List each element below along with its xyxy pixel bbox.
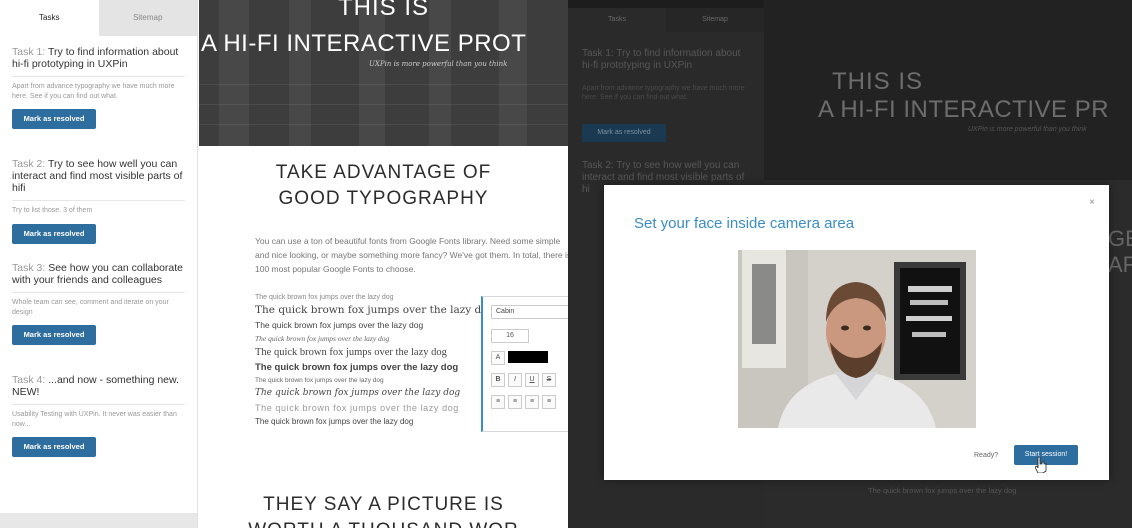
dimmed-tabs: Tasks Sitemap [568, 8, 764, 32]
hand-cursor-icon [1035, 457, 1047, 473]
font-samples: The quick brown fox jumps over the lazy … [255, 292, 495, 428]
size-row: 16 [491, 329, 529, 343]
align-right-icon[interactable]: ≡ [525, 395, 539, 409]
ready-label: Ready? [974, 452, 999, 459]
section-title: THEY SAY A PICTURE IS WORTH A THOUSAND W… [199, 492, 568, 528]
text-color-icon: A [491, 351, 505, 365]
style-row: B I U S [491, 373, 556, 387]
task-description: Try to list those. 3 of them [12, 207, 93, 214]
font-sample: The quick brown fox jumps over the lazy … [255, 362, 459, 373]
task-number: Task 3: [12, 262, 46, 274]
mark-resolved-button[interactable]: Mark as resolved [12, 223, 96, 244]
section-title-line: THEY SAY A PICTURE IS [263, 494, 504, 515]
dimmed-hero-title: A HI-FI INTERACTIVE PR [818, 96, 1110, 123]
intro-paragraph: You can use a ton of beautiful fonts fro… [255, 236, 568, 274]
align-justify-icon[interactable]: ≡ [542, 395, 556, 409]
task-description: Whole team can see, comment and iterate … [12, 299, 169, 316]
task-description: Usability Testing with UXPin. It never w… [12, 411, 177, 428]
task-item: Task 2: Try to see how well you can inte… [0, 148, 197, 252]
hero-subtitle: UXPin is more powerful than you think [369, 60, 508, 68]
mark-resolved-button[interactable]: Mark as resolved [12, 109, 96, 129]
italic-button[interactable]: I [508, 373, 522, 387]
dimmed-font-sample: The quick brown fox jumps over the lazy … [868, 486, 1017, 495]
dimmed-hero-subtitle: UXPin is more powerful than you think [968, 126, 1087, 133]
underline-button[interactable]: U [525, 373, 539, 387]
bold-button[interactable]: B [491, 373, 505, 387]
camera-modal: × Set your face inside camera area Ready… [604, 185, 1109, 480]
task-title: Task 4: ...and now - something new. NEW! [12, 364, 185, 405]
tab-tasks: Tasks [608, 16, 626, 23]
screen: Tasks Sitemap Task 1: Try to find inform… [0, 0, 1132, 528]
task-title: Task 2: Try to see how well you can inte… [12, 148, 185, 201]
task-number: Task 4: [12, 374, 46, 386]
mark-resolved-button[interactable]: Mark as resolved [12, 437, 96, 457]
task-description: Apart from advance typography we have mu… [12, 83, 175, 100]
task-number: Task 2: [12, 158, 46, 170]
hero-building-line [199, 84, 568, 85]
task-title: Task 1: Try to find information about hi… [12, 36, 185, 77]
hero-title: THIS IS [337, 0, 429, 21]
mark-resolved-button[interactable]: Mark as resolved [12, 325, 96, 345]
task-item: Task 3: See how you can collaborate with… [0, 252, 197, 364]
tab-sitemap: Sitemap [666, 8, 764, 32]
horizontal-scrollbar[interactable] [0, 513, 197, 528]
font-sample: The quick brown fox jumps over the lazy … [255, 377, 384, 384]
section-title-line: GOOD TYPOGRAPHY [278, 188, 489, 209]
dimmed-task-description: Apart from advance typography we have mu… [582, 85, 745, 101]
font-sample: The quick brown fox jumps over the lazy … [255, 403, 459, 413]
font-sample: The quick brown fox jumps over the lazy … [255, 388, 461, 398]
dimmed-section-title: AF [1108, 252, 1132, 277]
section-title: TAKE ADVANTAGE OF GOOD TYPOGRAPHY [199, 160, 568, 212]
hero-image: THIS IS A HI-FI INTERACTIVE PROT UXPin i… [199, 0, 568, 146]
align-left-icon[interactable]: ≡ [491, 395, 505, 409]
text-style-editor: Cabin 16 A B I U S ≡ ≡ ≡ ≡ [481, 296, 568, 432]
strikethrough-button[interactable]: S [542, 373, 556, 387]
color-row: A [491, 351, 548, 365]
close-icon[interactable]: × [1089, 197, 1095, 208]
task-item: Task 1: Try to find information about hi… [0, 36, 197, 148]
task-title: Task 3: See how you can collaborate with… [12, 252, 185, 293]
task-item: Task 4: ...and now - something new. NEW!… [0, 364, 197, 464]
camera-preview [738, 250, 976, 428]
align-center-icon[interactable]: ≡ [508, 395, 522, 409]
font-sample: The quick brown fox jumps over the lazy … [255, 320, 424, 330]
font-family-select[interactable]: Cabin [491, 305, 568, 319]
font-sample: The quick brown fox jumps over the lazy … [255, 294, 394, 301]
tab-sitemap[interactable]: Sitemap [98, 0, 197, 36]
task-panel: Tasks Sitemap Task 1: Try to find inform… [0, 0, 198, 528]
panel-tabs: Tasks Sitemap [0, 0, 197, 36]
modal-title: Set your face inside camera area [634, 215, 855, 232]
dimmed-mark-resolved-button: Mark as resolved [582, 124, 666, 142]
dimmed-section-title: GE [1108, 226, 1132, 251]
dimmed-hero-title: THIS IS [832, 68, 924, 95]
section-title-line: WORTH A THOUSAND WOR [199, 518, 568, 528]
tab-tasks[interactable]: Tasks [0, 0, 99, 36]
color-swatch[interactable] [508, 351, 548, 363]
hero-title: A HI-FI INTERACTIVE PROT [201, 30, 527, 57]
align-row: ≡ ≡ ≡ ≡ [491, 395, 556, 409]
task-number: Task 1: [12, 46, 46, 58]
prototype-preview: THIS IS A HI-FI INTERACTIVE PROT UXPin i… [199, 0, 568, 528]
webcam-feed-image [738, 250, 976, 428]
font-sample: The quick brown fox jumps over the lazy … [255, 334, 390, 343]
hero-building-line [199, 124, 568, 125]
font-sample: The quick brown fox jumps over the lazy … [255, 304, 495, 316]
dimmed-hero [764, 0, 1132, 180]
hero-building-line [199, 104, 568, 105]
font-sample: The quick brown fox jumps over the lazy … [255, 347, 447, 358]
font-sample: The quick brown fox jumps over the lazy … [255, 417, 414, 426]
font-size-input[interactable]: 16 [491, 329, 529, 343]
section-title-line: TAKE ADVANTAGE OF [275, 162, 492, 183]
dimmed-task-title: Task 1: Try to find information about hi… [582, 48, 741, 71]
